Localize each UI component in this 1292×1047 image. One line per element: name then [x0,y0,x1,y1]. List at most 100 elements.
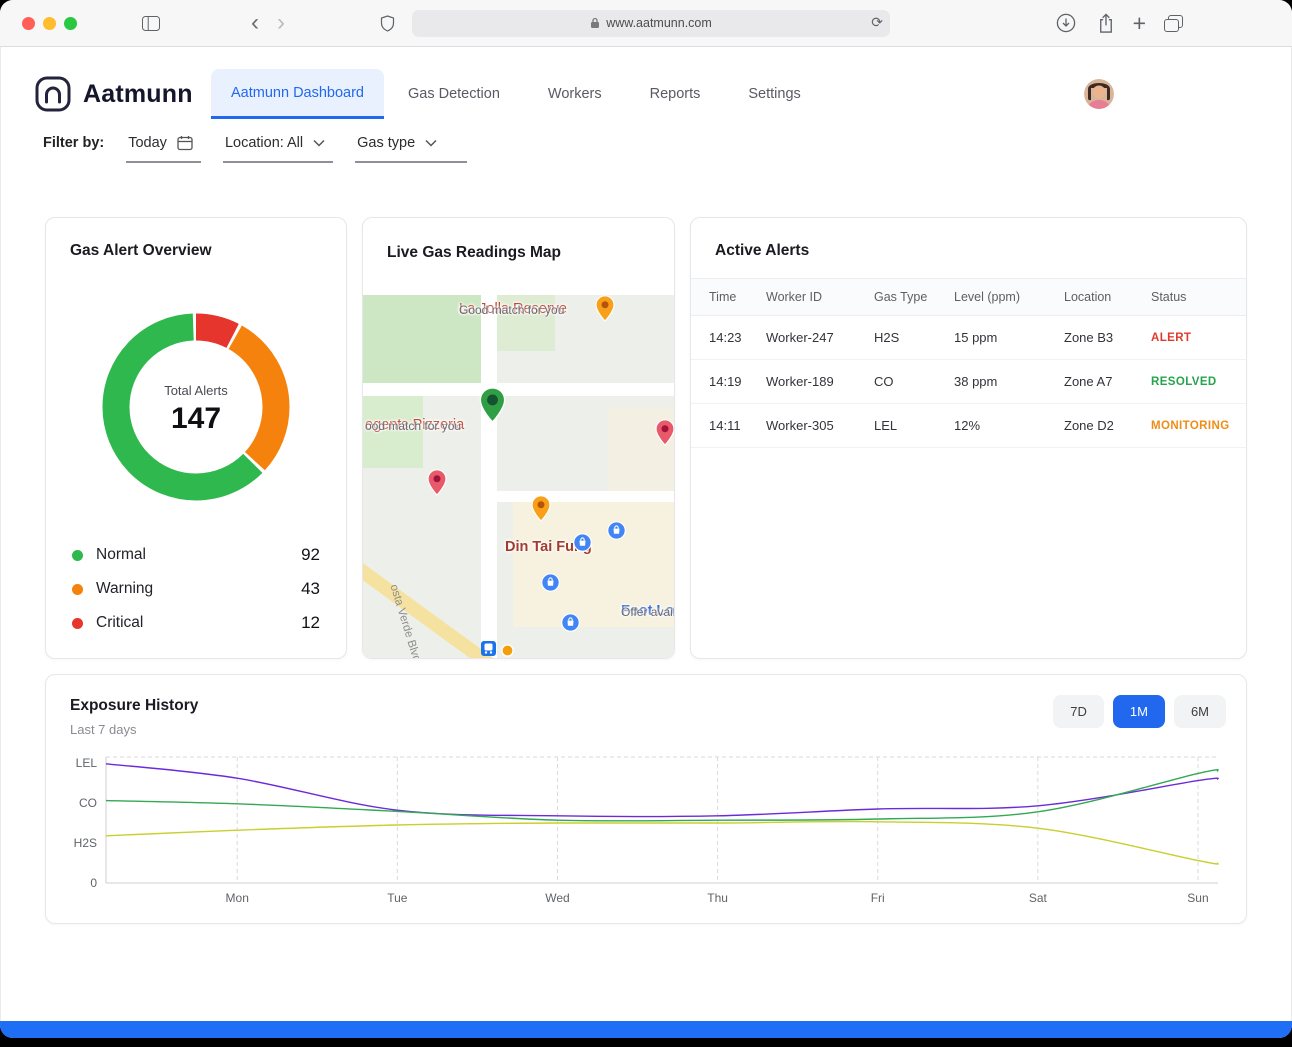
exposure-history-card: Exposure History Last 7 days 7D 1M 6M 0 H2S… [45,674,1247,924]
cell-gas_type: H2S [874,330,900,345]
donut-chart-wrap: Total Alerts 147 [101,312,291,507]
legend-dot [72,549,83,561]
gas-type-filter-value: Gas type [357,135,416,151]
legend-label: Critical [96,614,144,631]
legend-item-critical: Critical 12 [72,613,320,633]
svg-text:Thu: Thu [707,891,728,905]
map-label-sub: ood match for you [365,419,462,433]
svg-text:Sat: Sat [1029,891,1048,905]
alerts-card-title: Active Alerts [715,242,810,259]
legend-value: 12 [301,613,320,632]
cell-level: 15 ppm [954,330,998,345]
poi-pin-icon[interactable] [655,419,674,446]
legend-item-warning: Warning 43 [72,579,320,599]
status-badge: RESOLVED [1151,375,1217,388]
nav-item-reports[interactable]: Reports [626,69,725,119]
map-label-sub: Good match for you [459,303,565,317]
legend-value: 92 [301,545,320,564]
legend-value: 43 [301,579,320,598]
browser-window: ‹ › www.aatmunn.com ⟳ + Aatmunn Aatmunn … [0,0,1292,1038]
gas-type-filter[interactable]: Gas type [355,135,468,163]
nav-item-settings[interactable]: Settings [724,69,824,119]
poi-pin-icon[interactable] [531,495,551,522]
nav-item-gas-detection[interactable]: Gas Detection [384,69,524,119]
reload-button[interactable]: ⟳ [871,14,883,31]
nav-item-workers[interactable]: Workers [524,69,626,119]
store-pin-icon[interactable] [607,521,626,540]
filter-by-label: Filter by: [43,135,105,151]
range-1m-button[interactable]: 1M [1112,695,1165,728]
alert-row[interactable]: 14:19 Worker-189 CO 38 ppm Zone A7 RESOLVED [691,360,1246,404]
svg-text:0: 0 [90,876,97,890]
series-line-lel [105,763,1219,818]
legend-label: Warning [96,580,154,597]
alert-row[interactable]: 14:11 Worker-305 LEL 12% Zone D2 MONITORING [691,404,1246,448]
active-alerts-card: Active Alerts Time Worker ID Gas Type Level… [690,217,1247,659]
cell-worker_id: Worker-189 [766,374,834,389]
map-road [363,383,674,396]
new-tab-button[interactable]: + [1133,11,1146,35]
window-controls [22,16,77,30]
column-header: Status [1151,290,1187,304]
dashboard-cards: Gas Alert Overview Total Alerts 147 Norm… [0,217,1292,659]
column-header: Level (ppm) [954,290,1020,304]
svg-text:Tue: Tue [387,891,408,905]
cell-time: 14:11 [709,418,741,433]
cell-location: Zone A7 [1064,374,1113,389]
browser-toolbar: ‹ › www.aatmunn.com ⟳ + [0,0,1292,47]
bottom-accent-bar [0,1021,1292,1038]
poi-pin-icon[interactable] [595,295,615,322]
cell-worker_id: Worker-305 [766,418,834,433]
sidebar-toggle-icon[interactable] [139,13,163,34]
url-text: www.aatmunn.com [606,16,712,30]
range-6m-button[interactable]: 6M [1173,695,1226,728]
gas-reading-pin-icon[interactable] [479,387,506,423]
aatmunn-logo-icon [35,76,71,112]
minimize-window-button[interactable] [43,16,56,30]
back-button[interactable]: ‹ [251,11,259,35]
date-filter[interactable]: Today [126,135,201,163]
cell-worker_id: Worker-247 [766,330,834,345]
donut-center-label: Total Alerts [164,383,228,398]
alerts-table-body: 14:23 Worker-247 H2S 15 ppm Zone B3 ALERT 14:1… [691,316,1246,448]
legend-item-normal: Normal 92 [72,545,320,565]
range-7d-button[interactable]: 7D [1053,695,1104,728]
downloads-icon[interactable] [1053,10,1079,36]
date-filter-value: Today [128,135,167,151]
map-road [363,553,536,658]
zoom-window-button[interactable] [64,16,77,30]
donut-total-value: 147 [170,402,222,435]
legend-dot [72,617,83,629]
chevron-down-icon [425,139,437,147]
lock-icon [591,17,600,28]
nav-item-aatmunn-dashboard[interactable]: Aatmunn Dashboard [211,69,384,119]
map-card-title: Live Gas Readings Map [387,244,561,261]
brand-name: Aatmunn [83,79,193,108]
overview-card-title: Gas Alert Overview [70,242,212,259]
brand[interactable]: Aatmunn [35,69,211,119]
svg-text:Mon: Mon [226,891,249,905]
store-pin-icon[interactable] [561,613,580,632]
share-icon[interactable] [1094,10,1118,37]
donut-legend: Normal 92 Warning 43 Critical 12 [72,545,320,633]
tab-overview-icon[interactable] [1161,12,1186,35]
toolbar-actions: + [1053,10,1186,37]
live-map-card: Live Gas Readings Map osta Verde Blvd La… [362,217,675,659]
chevron-down-icon [313,139,325,147]
store-pin-icon[interactable] [573,533,592,552]
status-badge: ALERT [1151,331,1192,344]
privacy-shield-icon[interactable] [377,12,398,35]
poi-pin-icon[interactable] [427,469,447,496]
live-map[interactable]: osta Verde Blvd La Jolla Reserve Good ma… [363,295,674,658]
store-pin-icon[interactable] [541,573,560,592]
forward-button[interactable]: › [277,11,285,35]
exposure-chart: 0 H2S CO LEL Mon Tue Wed Thu Fri Sat Sun [74,756,1219,905]
cell-time: 14:23 [709,330,742,345]
location-filter[interactable]: Location: All [222,135,334,163]
column-header: Gas Type [874,290,928,304]
alert-row[interactable]: 14:23 Worker-247 H2S 15 ppm Zone B3 ALERT [691,316,1246,360]
user-avatar[interactable] [1084,79,1114,109]
address-bar[interactable]: www.aatmunn.com ⟳ [412,9,890,37]
cell-level: 12% [954,418,981,433]
close-window-button[interactable] [22,16,35,30]
